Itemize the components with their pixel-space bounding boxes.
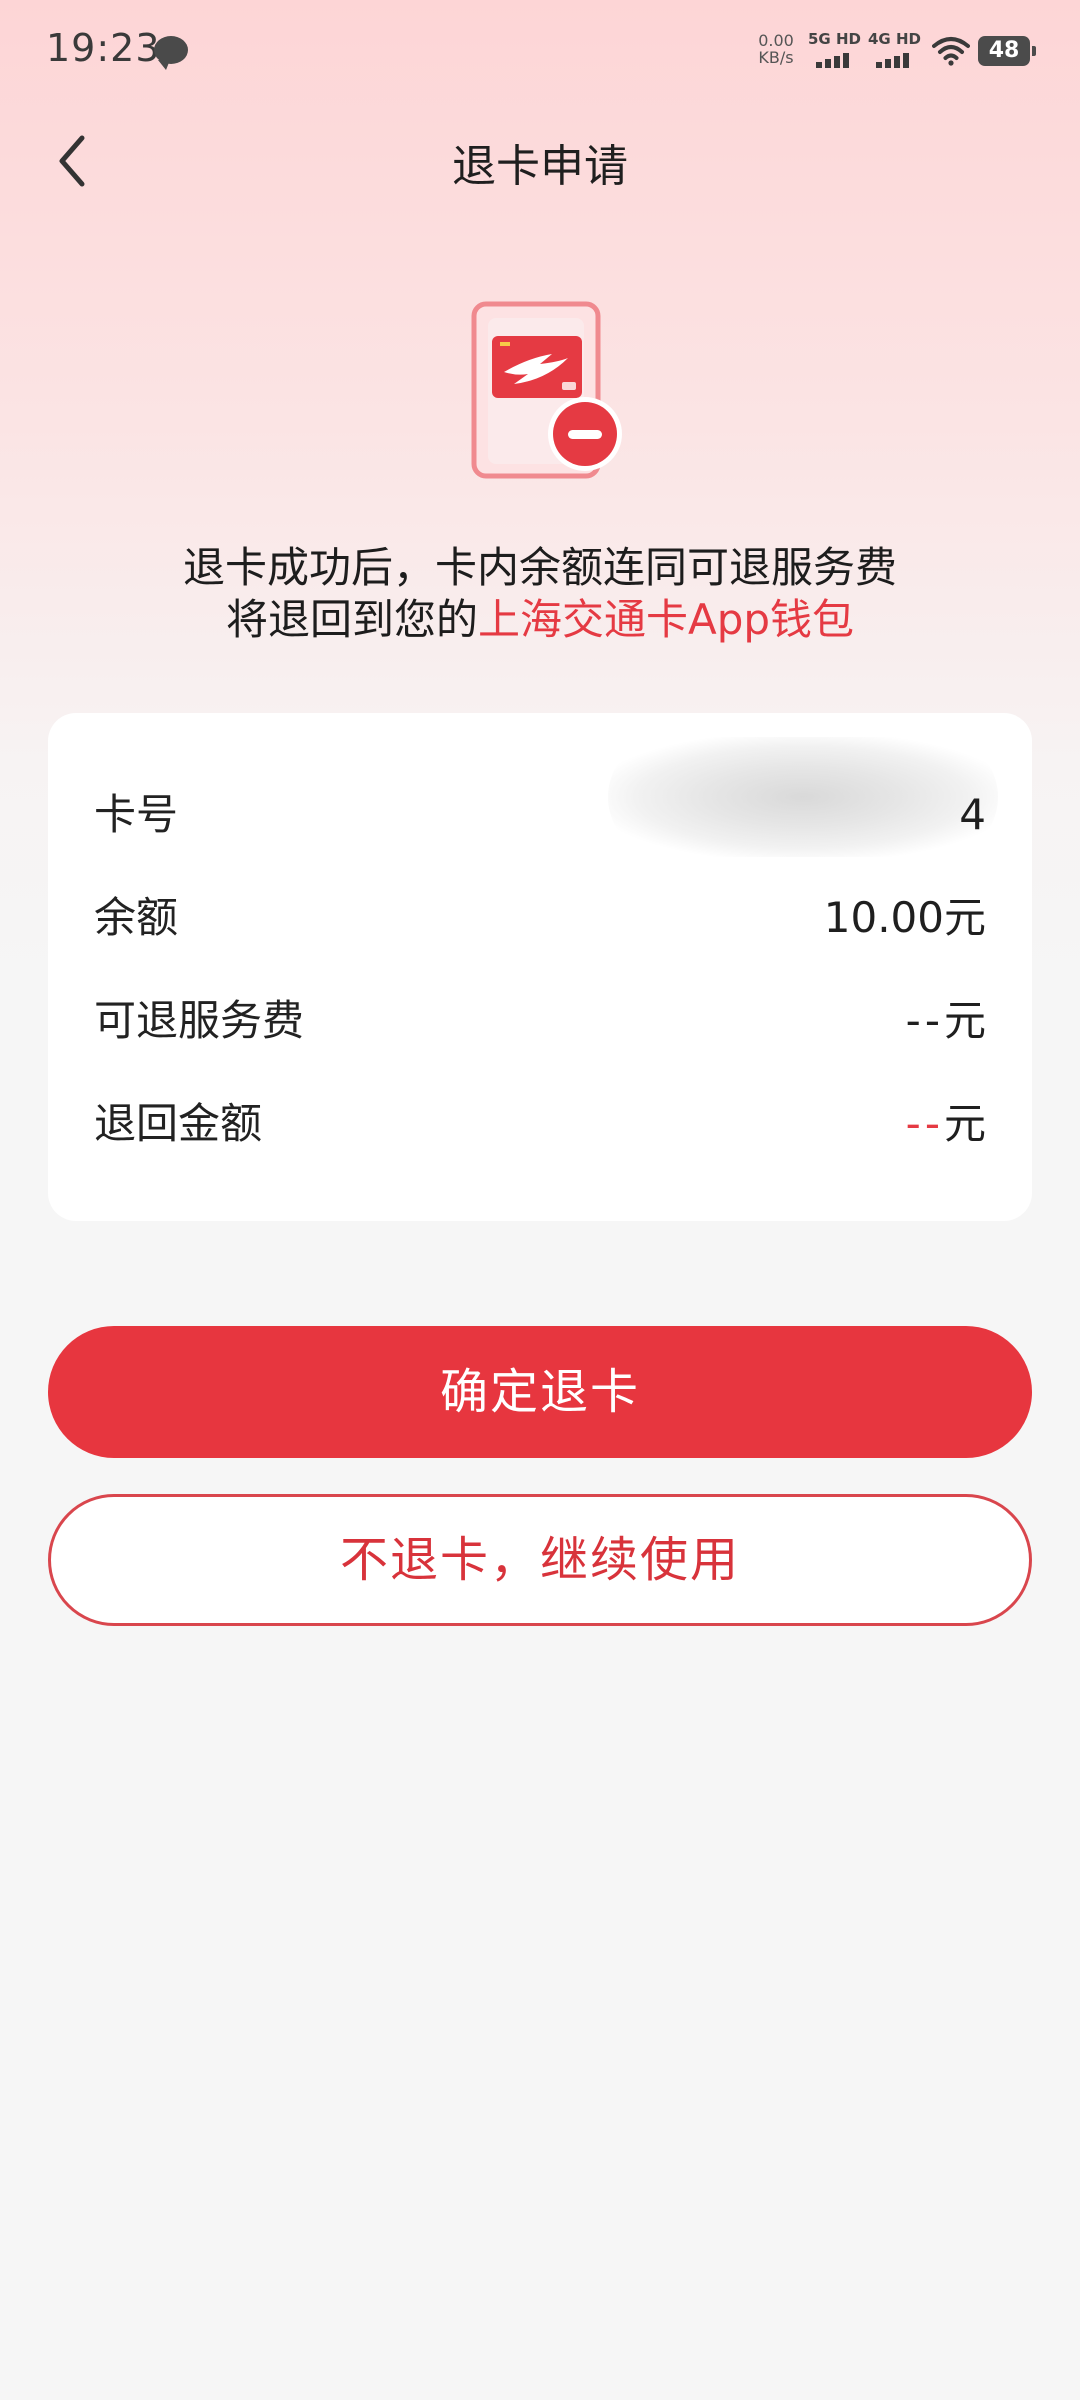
signal-5g-icon: 5G HD bbox=[808, 30, 864, 70]
service-fee-row: 可退服务费 --元 bbox=[94, 991, 986, 1051]
refund-amount-row: 退回金额 --元 bbox=[94, 1094, 986, 1154]
notice-line-2-prefix: 将退回到您的 bbox=[225, 595, 478, 644]
notice-line-2: 将退回到您的上海交通卡App钱包 bbox=[0, 594, 1080, 646]
refund-amount-value: --元 bbox=[906, 1094, 986, 1154]
service-fee-amount: -- bbox=[905, 996, 944, 1045]
refund-notice: 退卡成功后，卡内余额连同可退服务费 将退回到您的上海交通卡App钱包 bbox=[0, 542, 1080, 646]
service-fee-value: --元 bbox=[906, 991, 986, 1051]
balance-label: 余额 bbox=[94, 893, 179, 942]
notice-line-1: 退卡成功后，卡内余额连同可退服务费 bbox=[182, 543, 897, 592]
wallet-highlight: 上海交通卡App钱包 bbox=[477, 595, 855, 644]
battery-icon: 48 bbox=[978, 36, 1036, 66]
card-remove-icon bbox=[471, 301, 622, 479]
network-speed-value: 0.00 bbox=[758, 31, 794, 50]
card-info-panel: 卡号 4 余额 10.00元 可退服务费 --元 退回金额 --元 bbox=[48, 713, 1032, 1221]
card-number-row: 卡号 4 bbox=[94, 785, 986, 845]
service-fee-label: 可退服务费 bbox=[94, 996, 305, 1045]
battery-level: 48 bbox=[988, 38, 1020, 63]
keep-card-button[interactable]: 不退卡，继续使用 bbox=[48, 1494, 1032, 1626]
network-speed-unit: KB/s bbox=[758, 48, 794, 67]
confirm-return-card-button[interactable]: 确定退卡 bbox=[48, 1326, 1032, 1458]
wifi-icon bbox=[932, 37, 970, 66]
network-speed: 0.00 KB/s bbox=[752, 32, 800, 66]
status-time: 19:23 bbox=[46, 26, 161, 70]
signal-5g-label: 5G HD bbox=[808, 30, 861, 48]
status-bar: 19:23 0.00 KB/s 5G HD 4G HD 48 bbox=[0, 0, 1080, 100]
page-title: 退卡申请 bbox=[452, 141, 628, 192]
balance-row: 余额 10.00元 bbox=[94, 888, 986, 948]
chat-bubble-icon bbox=[154, 36, 188, 70]
service-fee-unit: 元 bbox=[943, 996, 986, 1045]
balance-value: 10.00元 bbox=[823, 893, 986, 942]
refund-amount-label: 退回金额 bbox=[94, 1099, 263, 1148]
card-number-label: 卡号 bbox=[94, 790, 179, 839]
signal-4g-label: 4G HD bbox=[868, 30, 921, 48]
refund-amount: -- bbox=[905, 1099, 944, 1148]
card-number-value: 4 bbox=[959, 790, 986, 839]
refund-amount-unit: 元 bbox=[943, 1099, 986, 1148]
signal-4g-icon: 4G HD bbox=[868, 30, 924, 70]
